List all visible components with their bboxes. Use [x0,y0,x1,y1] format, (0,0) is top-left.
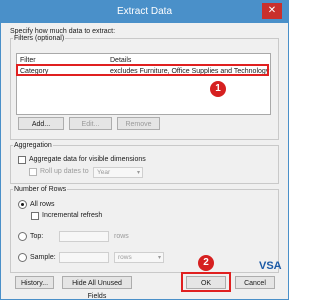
sample-radio[interactable] [18,253,27,262]
filters-list[interactable]: Filter Details Category excludes Furnitu… [16,53,271,115]
all-rows-label: All rows [30,201,55,208]
history-button[interactable]: History... [15,276,54,289]
hide-unused-fields-button[interactable]: Hide All Unused Fields [62,276,132,300]
extract-data-dialog: Extract Data ✕ Specify how much data to … [0,0,289,300]
radio-selected-dot [21,203,24,206]
top-radio[interactable] [18,232,27,241]
sample-unit-select[interactable]: rows ▾ [114,252,164,263]
aggregate-checkbox[interactable] [18,156,26,164]
annotation-badge-2: 2 [198,255,214,271]
top-rows-input[interactable] [59,231,109,242]
rollup-select-value: Year [97,169,111,176]
annotation-badge-1: 1 [210,81,226,97]
incremental-refresh-checkbox[interactable] [31,212,39,220]
close-button[interactable]: ✕ [262,3,282,19]
rollup-select[interactable]: Year ▾ [93,167,143,178]
rollup-label: Roll up dates to [40,168,89,175]
edit-filter-button[interactable]: Edit... [69,117,112,130]
incremental-refresh-label: Incremental refresh [42,212,103,219]
sample-label: Sample: [30,254,56,261]
dialog-body: Specify how much data to extract: Filter… [1,23,288,300]
chevron-down-icon: ▾ [136,170,140,176]
aggregation-group-title: Aggregation [13,142,53,149]
dialog-title: Extract Data [116,6,173,17]
top-rows-unit: rows [114,233,129,240]
highlight-box-ok [181,272,231,292]
instructions-text: Specify how much data to extract: [10,28,116,35]
top-label: Top: [30,233,44,240]
title-bar: Extract Data ✕ [1,1,288,23]
filters-group-title: Filters (optional) [13,35,66,42]
chevron-down-icon: ▾ [157,255,161,261]
rollup-checkbox[interactable] [29,168,37,176]
number-of-rows-group-title: Number of Rows [13,186,68,193]
cancel-button[interactable]: Cancel [235,276,275,289]
details-column-header[interactable]: Details [110,57,131,64]
add-filter-button[interactable]: Add... [18,117,64,130]
filter-column-header[interactable]: Filter [20,57,36,64]
watermark-logo: VSA [259,260,282,272]
sample-amount-input[interactable] [59,252,109,263]
remove-filter-button[interactable]: Remove [117,117,160,130]
all-rows-radio[interactable] [18,200,27,209]
sample-unit-value: rows [118,254,132,261]
aggregation-group: Aggregation [10,142,279,184]
aggregate-label: Aggregate data for visible dimensions [29,156,146,163]
highlight-box-filter-row [16,64,269,76]
